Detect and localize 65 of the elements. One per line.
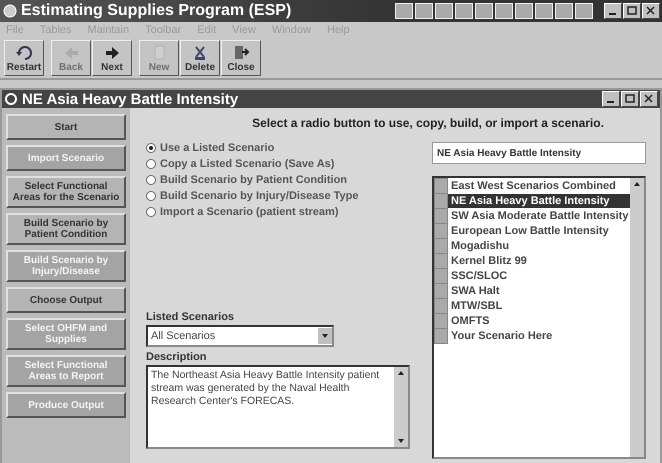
radio-button[interactable]	[146, 143, 156, 153]
list-item[interactable]: SSC/SLOC	[448, 268, 630, 282]
sidebar-button[interactable]: Select Functional Areas for the Scenario	[6, 176, 126, 208]
list-item[interactable]: East West Scenarios Combined	[448, 178, 630, 192]
radio-button[interactable]	[146, 175, 156, 185]
sidebar-button[interactable]: Start	[6, 114, 126, 140]
toolbar-icon[interactable]	[475, 3, 493, 19]
toolbar-icon[interactable]	[455, 3, 473, 19]
scenario-dropdown[interactable]: All Scenarios	[146, 325, 334, 347]
toolbar-button[interactable]: Next	[92, 40, 132, 76]
radio-option[interactable]: Build Scenario by Injury/Disease Type	[146, 190, 418, 202]
list-item[interactable]: OMFTS	[448, 314, 630, 328]
radio-option[interactable]: Copy a Listed Scenario (Save As)	[146, 158, 418, 170]
radio-label: Build Scenario by Patient Condition	[160, 174, 348, 186]
window-title: NE Asia Heavy Battle Intensity	[22, 90, 238, 108]
window-icon	[4, 92, 18, 106]
maximize-button[interactable]	[623, 3, 641, 19]
toolbar-icon[interactable]	[515, 3, 533, 19]
restart-icon	[15, 44, 33, 62]
radio-button[interactable]	[146, 207, 156, 217]
sidebar-button[interactable]: Build Scenario by Patient Condition	[6, 213, 126, 245]
row-selector[interactable]	[434, 178, 448, 194]
radio-button[interactable]	[146, 159, 156, 169]
toolbar-button[interactable]: Close	[221, 40, 261, 76]
list-item[interactable]: Mogadishu	[448, 238, 630, 252]
instruction-text: Select a radio button to use, copy, build, or import a scenario.	[251, 116, 605, 130]
minimize-button[interactable]	[604, 3, 622, 19]
toolbar-icon[interactable]	[575, 3, 593, 19]
window-title: Estimating Supplies Program (ESP)	[21, 2, 292, 20]
list-item[interactable]: MTW/SBL	[448, 298, 630, 312]
close-button[interactable]	[642, 3, 660, 19]
scrollbar[interactable]	[394, 367, 408, 447]
radio-button[interactable]	[146, 191, 156, 201]
list-item[interactable]: NE Asia Heavy Battle Intensity	[448, 194, 630, 208]
list-item[interactable]: Your Scenario Here	[448, 328, 630, 342]
field-label: Listed Scenarios	[146, 311, 236, 323]
minimize-button[interactable]	[602, 91, 620, 107]
toolbar-icon[interactable]	[395, 3, 413, 19]
scrollbar[interactable]	[630, 178, 644, 457]
radio-option[interactable]: Import a Scenario (patient stream)	[146, 206, 418, 218]
maximize-button[interactable]	[621, 91, 639, 107]
radio-option[interactable]: Build Scenario by Patient Condition	[146, 174, 418, 186]
toolbar-button[interactable]: Restart	[4, 40, 44, 76]
list-item[interactable]: European Low Battle Intensity	[448, 224, 630, 238]
toolbar-icon[interactable]	[535, 3, 553, 19]
close-button[interactable]	[640, 91, 658, 107]
app-icon	[2, 3, 18, 19]
list-item[interactable]: Kernel Blitz 99	[448, 254, 630, 268]
sidebar-button[interactable]: Choose Output	[6, 287, 126, 313]
radio-label: Use a Listed Scenario	[160, 142, 274, 154]
list-item[interactable]: SW Asia Moderate Battle Intensity	[448, 208, 630, 222]
toolbar-icon[interactable]	[555, 3, 573, 19]
field-label: Description	[146, 351, 208, 363]
list-item[interactable]: SWA Halt	[448, 284, 630, 298]
toolbar-icon[interactable]	[495, 3, 513, 19]
radio-label: Copy a Listed Scenario (Save As)	[160, 158, 334, 170]
radio-label: Import a Scenario (patient stream)	[160, 206, 338, 218]
description-field[interactable]: The Northeast Asia Heavy Battle Intensity patient stream was generated by the Naval Health Research Center's FORECAS.	[146, 365, 410, 449]
toolbar-button[interactable]: Delete	[180, 40, 220, 76]
radio-option[interactable]: Use a Listed Scenario	[146, 142, 418, 154]
scenario-name-field[interactable]: NE Asia Heavy Battle Intensity	[432, 142, 646, 164]
close-icon	[232, 44, 250, 62]
toolbar-icon[interactable]	[435, 3, 453, 19]
radio-label: Build Scenario by Injury/Disease Type	[160, 190, 358, 202]
toolbar-icon[interactable]	[415, 3, 433, 19]
